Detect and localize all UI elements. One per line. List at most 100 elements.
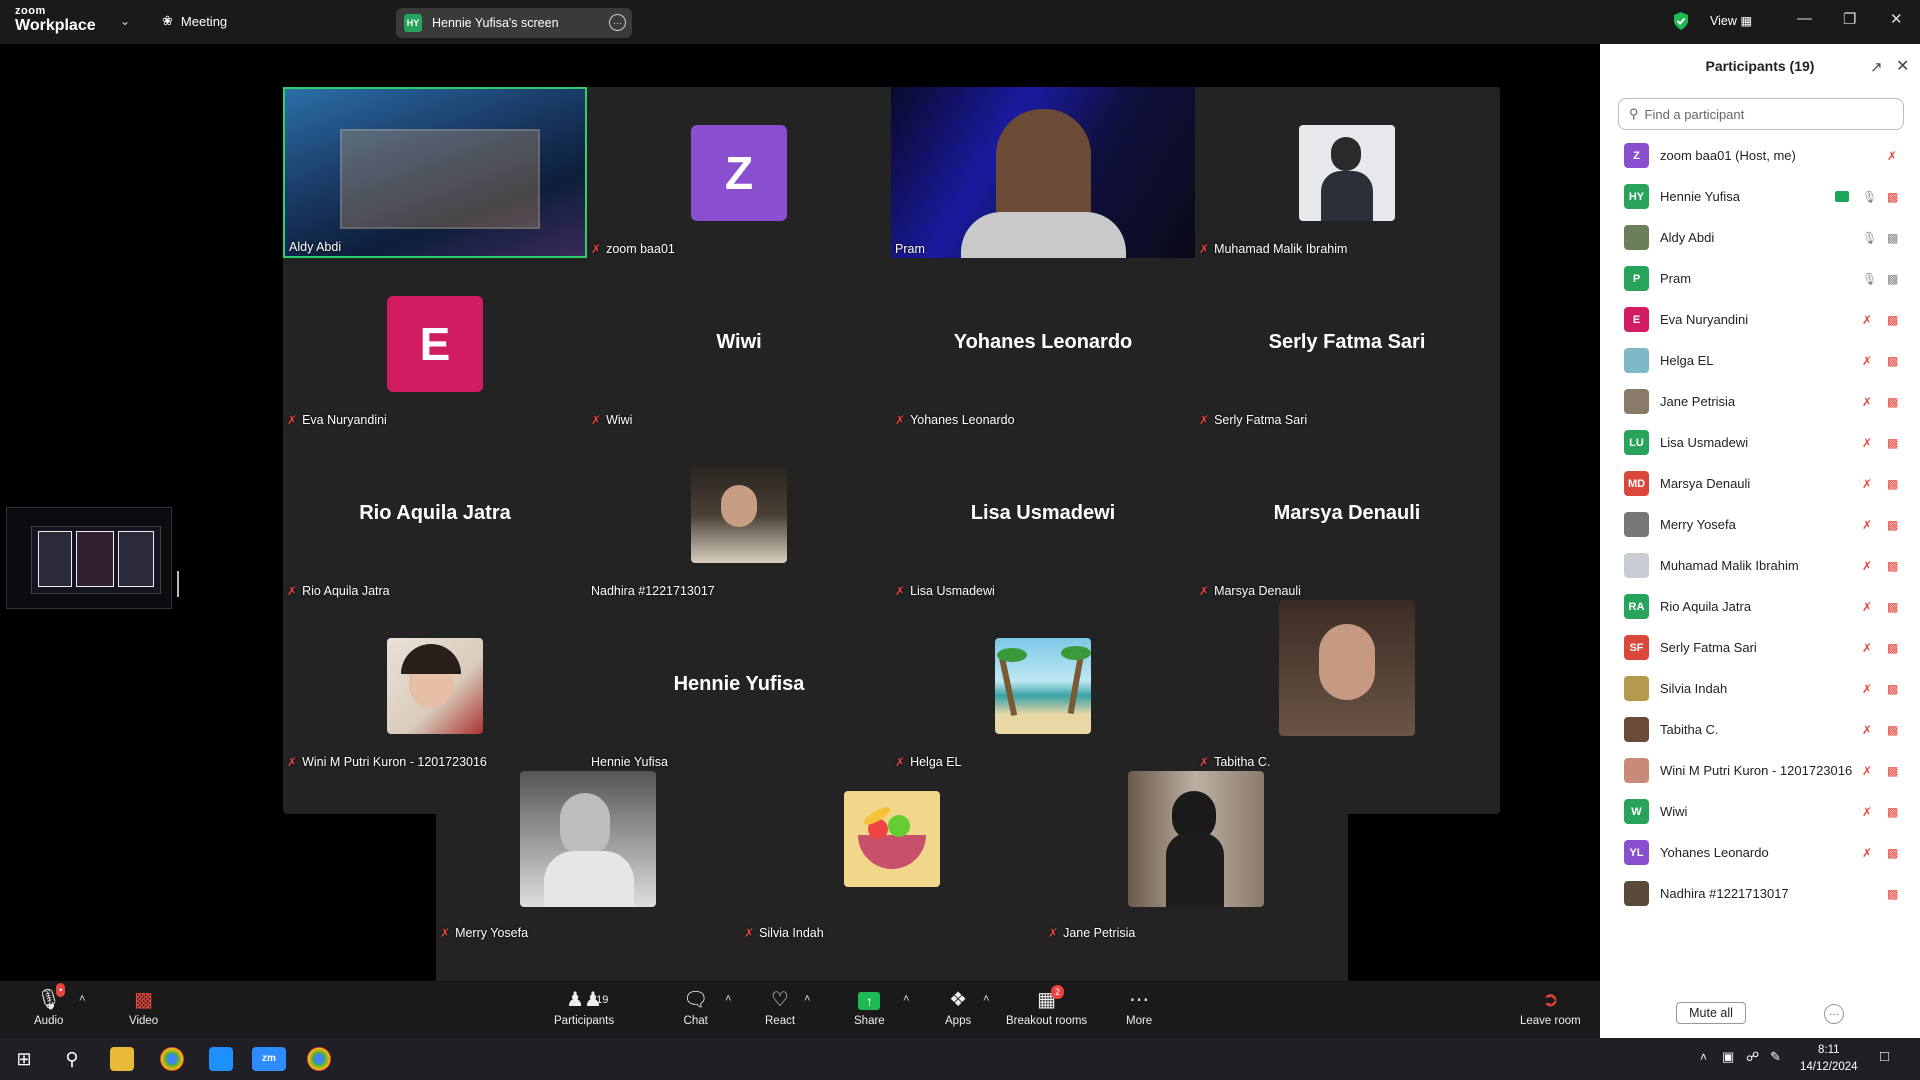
camera-off-icon[interactable]: ▩ [1887,395,1898,409]
system-clock[interactable]: 8:11 14/12/2024 [1800,1042,1858,1076]
meeting-menu-button[interactable]: ❀ Meeting [162,13,227,29]
camera-off-icon[interactable]: ▩ [1887,477,1898,491]
mic-muted-icon[interactable]: ✗ [1887,149,1897,163]
video-tile[interactable]: ✗ Merry Yosefa [436,771,740,942]
video-tile[interactable]: Nadhira #1221713017 [587,429,891,600]
mic-muted-icon[interactable]: ✗ [1862,477,1872,491]
mic-icon[interactable]: 🎙 [1862,190,1877,204]
mic-muted-icon[interactable]: ✗ [1862,723,1872,737]
camera-icon[interactable]: ▩ [1887,272,1898,286]
zoom-taskbar-icon[interactable]: zm [252,1047,286,1071]
camera-off-icon[interactable]: ▩ [1887,682,1898,696]
video-tile[interactable]: E ✗ Eva Nuryandini [283,258,587,429]
chevron-down-icon[interactable]: ⌄ [120,14,130,28]
participant-row[interactable]: Tabitha C. ✗ ▩ [1600,709,1920,750]
video-tile[interactable]: ✗ Silvia Indah [740,771,1044,942]
participant-row[interactable]: HY Hennie Yufisa 🎙 ▩ [1600,176,1920,217]
camera-off-icon[interactable]: ▩ [1887,723,1898,737]
mic-muted-icon[interactable]: ✗ [1862,518,1872,532]
video-tile[interactable]: ✗ Muhamad Malik Ibrahim [1195,87,1499,258]
restore-icon[interactable]: ❐ [1843,10,1856,28]
screen-share-pill[interactable]: HY Hennie Yufisa's screen ··· [396,8,632,38]
video-tile[interactable]: Pram [891,87,1195,258]
mic-icon[interactable]: 🎙 [1862,272,1877,286]
camera-off-icon[interactable]: ▩ [1887,518,1898,532]
pen-icon[interactable]: ✎ [1770,1049,1781,1065]
participant-row[interactable]: Muhamad Malik Ibrahim ✗ ▩ [1600,545,1920,586]
video-tile[interactable]: Hennie Yufisa Hennie Yufisa [587,600,891,771]
pop-out-icon[interactable]: ↗ [1870,58,1883,76]
video-tile[interactable]: Marsya Denauli ✗ Marsya Denauli [1195,429,1499,600]
participant-row[interactable]: MD Marsya Denauli ✗ ▩ [1600,463,1920,504]
participant-row[interactable]: SF Serly Fatma Sari ✗ ▩ [1600,627,1920,668]
search-icon[interactable]: ⚲ [60,1047,84,1071]
mic-muted-icon[interactable]: ✗ [1862,436,1872,450]
participant-row[interactable]: Aldy Abdi 🎙 ▩ [1600,217,1920,258]
participant-row[interactable]: LU Lisa Usmadewi ✗ ▩ [1600,422,1920,463]
more-button[interactable]: ⋯ More [1126,987,1152,1027]
camera-off-icon[interactable]: ▩ [1887,436,1898,450]
mute-all-button[interactable]: Mute all [1676,1002,1746,1024]
mic-muted-icon[interactable]: ✗ [1862,600,1872,614]
mic-icon[interactable]: 🎙 [1862,231,1877,245]
video-tile[interactable]: Serly Fatma Sari ✗ Serly Fatma Sari [1195,258,1499,429]
camera-off-icon[interactable]: ▩ [1887,846,1898,860]
apps-button[interactable]: ❖ Apps [945,987,971,1027]
camera-off-icon[interactable]: ▩ [1887,600,1898,614]
leave-room-button[interactable]: ➲ Leave room [1520,987,1581,1027]
security-shield-icon[interactable] [1672,11,1690,31]
react-options-caret[interactable]: ˄ [804,993,810,1005]
chrome-icon[interactable] [160,1047,184,1071]
participant-row[interactable]: RA Rio Aquila Jatra ✗ ▩ [1600,586,1920,627]
windows-start-icon[interactable]: ⊞ [12,1047,36,1071]
participant-row[interactable]: Zzoom baa01 (Host, me) ✗ [1600,135,1920,176]
mic-muted-icon[interactable]: ✗ [1862,354,1872,368]
video-tile[interactable]: ✗ Tabitha C. [1195,600,1499,771]
video-button[interactable]: ▩ Video [129,987,158,1027]
network-icon[interactable]: ☍ [1746,1049,1759,1065]
more-options-icon[interactable]: ··· [1824,1004,1844,1024]
apps-options-caret[interactable]: ˄ [983,993,989,1005]
app-store-icon[interactable] [209,1047,233,1071]
participant-row[interactable]: W Wiwi ✗ ▩ [1600,791,1920,832]
mic-muted-icon[interactable]: ✗ [1862,641,1872,655]
more-options-icon[interactable]: ··· [609,14,626,31]
participant-row[interactable]: Merry Yosefa ✗ ▩ [1600,504,1920,545]
camera-off-icon[interactable]: ▩ [1887,559,1898,573]
video-tile[interactable]: ✗ Wini M Putri Kuron - 1201723016 [283,600,587,771]
thumbnail-resize-handle[interactable] [177,571,179,597]
close-icon[interactable]: ✕ [1896,56,1909,76]
camera-off-icon[interactable]: ▩ [1887,354,1898,368]
participant-row[interactable]: Nadhira #1221713017 ▩ [1600,873,1920,914]
share-options-caret[interactable]: ˄ [903,993,909,1005]
audio-options-caret[interactable]: ˄ [79,993,85,1005]
mic-muted-icon[interactable]: ✗ [1862,846,1872,860]
video-tile[interactable]: Yohanes Leonardo ✗ Yohanes Leonardo [891,258,1195,429]
view-button[interactable]: View ▦ [1710,13,1752,28]
mic-muted-icon[interactable]: ✗ [1862,395,1872,409]
breakout-rooms-button[interactable]: ▦ 2 Breakout rooms [1006,985,1087,1027]
zoom-logo[interactable]: zoom Workplace [15,6,96,34]
chat-options-caret[interactable]: ˄ [725,993,731,1005]
camera-off-icon[interactable]: ▩ [1887,887,1898,901]
file-explorer-icon[interactable] [110,1047,134,1071]
camera-off-icon[interactable]: ▩ [1887,764,1898,778]
camera-off-icon[interactable]: ▩ [1887,641,1898,655]
mic-muted-icon[interactable]: ✗ [1862,805,1872,819]
video-tile[interactable]: ✗ Helga EL [891,600,1195,771]
video-tile[interactable]: ✗ Jane Petrisia [1044,771,1348,942]
camera-off-icon[interactable]: ▩ [1887,805,1898,819]
notification-icon[interactable]: □ [1880,1048,1889,1065]
participant-row[interactable]: YL Yohanes Leonardo ✗ ▩ [1600,832,1920,873]
participants-button[interactable]: ♟♟ 19 Participants [554,987,614,1027]
mic-muted-icon[interactable]: ✗ [1862,682,1872,696]
participant-row[interactable]: Silvia Indah ✗ ▩ [1600,668,1920,709]
participant-row[interactable]: E Eva Nuryandini ✗ ▩ [1600,299,1920,340]
video-tile[interactable]: Wiwi ✗ Wiwi [587,258,891,429]
mic-muted-icon[interactable]: ✗ [1862,764,1872,778]
mic-muted-icon[interactable]: ✗ [1862,313,1872,327]
camera-icon[interactable]: ▩ [1887,231,1898,245]
camera-off-icon[interactable]: ▩ [1887,190,1898,204]
shared-screen-thumbnail[interactable] [6,507,172,609]
chrome-icon-2[interactable] [307,1047,331,1071]
